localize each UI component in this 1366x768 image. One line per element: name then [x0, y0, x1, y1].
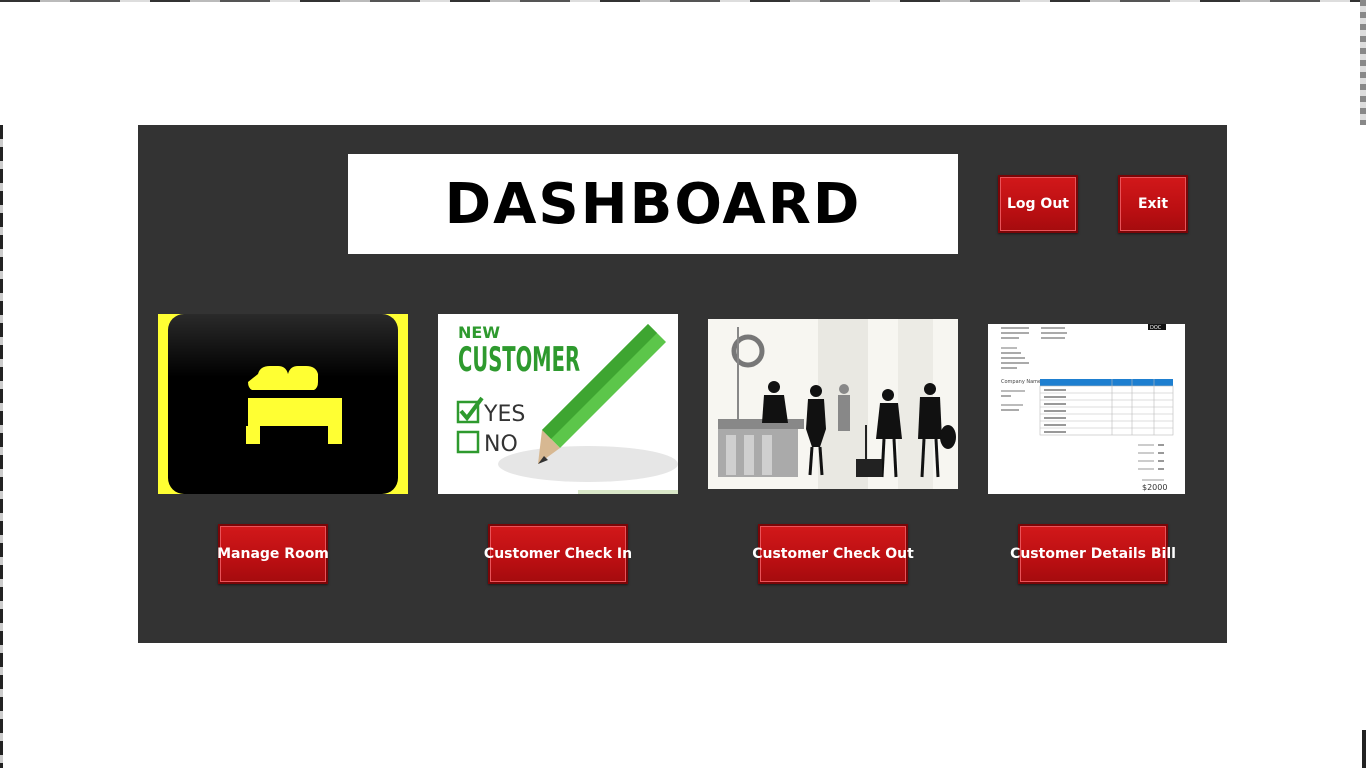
customer-details-bill-tile[interactable]: DOC Company Name $2000	[988, 324, 1185, 494]
logout-button[interactable]: Log Out	[998, 175, 1078, 233]
background-edge-top	[0, 0, 1366, 2]
bed-icon	[246, 366, 342, 444]
exit-button[interactable]: Exit	[1118, 175, 1188, 233]
customer-check-in-tile[interactable]: NEW CUSTOMER YES NO	[438, 314, 678, 494]
customer-check-out-tile[interactable]	[708, 319, 958, 489]
image-text-yes: YES	[483, 402, 525, 427]
manage-room-button[interactable]: Manage Room	[217, 524, 329, 584]
dashboard-panel: DASHBOARD Log Out Exit NEW CUSTOMER YES …	[138, 125, 1227, 643]
page-title: DASHBOARD	[444, 171, 862, 237]
background-edge-right-bottom	[1362, 730, 1366, 768]
image-text-no: NO	[484, 432, 518, 457]
customer-check-in-button[interactable]: Customer Check In	[484, 524, 632, 584]
customer-check-out-button[interactable]: Customer Check Out	[752, 524, 914, 584]
customer-details-bill-button[interactable]: Customer Details Bill	[1010, 524, 1176, 584]
image-text-company: Company Name	[1001, 379, 1041, 385]
manage-room-tile[interactable]	[158, 314, 408, 494]
page: DASHBOARD Log Out Exit NEW CUSTOMER YES …	[0, 0, 1366, 768]
background-edge-right	[1360, 0, 1366, 125]
image-text-customer: CUSTOMER	[458, 340, 580, 380]
background-edge-left	[0, 125, 3, 768]
image-text-doc: DOC	[1150, 325, 1162, 331]
image-text-total: $2000	[1142, 483, 1167, 492]
invoice-document-icon: DOC Company Name $2000	[988, 324, 1185, 494]
title-box: DASHBOARD	[348, 154, 958, 254]
hotel-reception-icon	[708, 319, 958, 489]
new-customer-pencil-icon: NEW CUSTOMER YES NO	[438, 314, 678, 494]
